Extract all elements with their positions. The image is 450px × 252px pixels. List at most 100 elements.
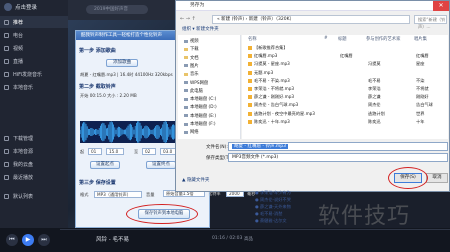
player-header: 2019中国好声音 xyxy=(68,0,178,20)
drive-icon xyxy=(184,130,188,134)
file-name: 薛之谦 - 刚刚好.mp3 xyxy=(248,93,294,100)
sidebar-item-live[interactable]: 直播 xyxy=(0,55,68,67)
dialog-title: 另存为 xyxy=(176,1,449,11)
add-song-button[interactable]: 添加歌曲 xyxy=(106,59,138,67)
tree-item[interactable]: 本地磁盘 (F:) xyxy=(184,121,216,127)
tree-item[interactable]: 图片 xyxy=(184,63,199,69)
song-link[interactable]: ● 蔡健雅-达尔文 xyxy=(255,218,287,224)
file-name: 【新歌推荐合集】 xyxy=(248,44,288,51)
dialog-toolbar[interactable]: 组织 ▾ 新建文件夹 xyxy=(178,26,449,34)
set-end-button[interactable]: 设置终点 xyxy=(146,161,176,169)
download-icon xyxy=(4,135,9,141)
tree-item[interactable]: 本地磁盘 (E:) xyxy=(184,113,216,119)
audio-file-icon xyxy=(248,87,252,91)
sidebar-item-downloads[interactable]: 下载管理 xyxy=(0,132,68,144)
file-album: 不将就 xyxy=(416,86,429,91)
sidebar-item-local-music[interactable]: 本地音乐 xyxy=(0,81,68,93)
set-start-button[interactable]: 设置起点 xyxy=(90,161,120,169)
tree-item[interactable]: 本地磁盘 (D:) xyxy=(184,104,217,110)
col-number[interactable]: # xyxy=(324,36,328,41)
tree-item-label: 视频 xyxy=(190,39,199,44)
prev-icon[interactable]: ⏮ xyxy=(6,234,18,246)
sidebar-item-radio[interactable]: 电台 xyxy=(0,29,68,41)
sidebar-item-recommend[interactable]: 推荐 xyxy=(0,16,68,28)
watermark: 软件技巧 xyxy=(318,204,411,229)
audio-file-icon xyxy=(248,78,252,83)
file-artist: 逃跑计划 xyxy=(368,110,385,116)
file-row[interactable]: 毛不易 - 不染.mp3 毛不易 不染 xyxy=(244,77,448,84)
player-bar: ⏮ ▶ ⏭ 风铃 - 毛不易 01:16 / 02:03 高品 xyxy=(0,228,450,252)
file-row[interactable]: 【新歌推荐合集】 xyxy=(244,44,448,51)
audio-file-icon xyxy=(248,111,252,116)
song-link[interactable]: ● 李荣浩-年少有为 xyxy=(255,190,291,196)
tree-item-label: 文档 xyxy=(190,55,199,61)
tree-item-label: 网络 xyxy=(190,130,199,136)
drive-icon xyxy=(184,39,188,43)
sidebar-item-hifi[interactable]: HiFi发烧音乐 xyxy=(0,68,68,80)
progress-track[interactable] xyxy=(60,229,450,230)
file-row[interactable]: 李荣浩 - 不将就.mp3 李荣浩 不将就 xyxy=(244,85,448,92)
file-row[interactable]: 周杰伦 - 告白气球.mp3 周杰伦 告白气球 xyxy=(244,101,448,108)
sidebar-item-default-list[interactable]: 默认列表 xyxy=(0,190,68,202)
col-album[interactable]: 唱片集 xyxy=(414,36,427,42)
tree-item[interactable]: 本地磁盘 (C:) xyxy=(184,96,216,102)
file-row[interactable]: 无题.mp3 xyxy=(244,69,448,76)
file-row[interactable]: 逃跑计划 - 夜空中最亮的星.mp3 逃跑计划 世界 xyxy=(244,110,448,117)
nav-arrows-icon[interactable]: ← → ↑ xyxy=(180,16,196,22)
drive-icon xyxy=(184,105,188,109)
dialog-search-input[interactable]: 搜索“新建（铃声）… xyxy=(414,15,447,29)
screen: 点击登录 推荐 电台 视频 直播 HiFi发烧音乐 本地音乐 下载管理 本地音源… xyxy=(0,0,450,252)
sidebar-item-video[interactable]: 视频 xyxy=(0,42,68,54)
folder-icon xyxy=(184,56,188,60)
file-artist: 陈奕迅 xyxy=(368,118,381,124)
tree-item[interactable]: 视频 xyxy=(184,38,199,44)
folder-icon xyxy=(184,47,188,51)
save-to-local-button[interactable]: 保存铃声到本地电脑 xyxy=(138,209,190,219)
home-icon xyxy=(4,19,9,25)
tree-item[interactable]: 下载 xyxy=(184,46,199,52)
drive-icon xyxy=(184,64,188,68)
start-sec-field[interactable]: 15.0 xyxy=(106,148,124,155)
close-icon[interactable]: ✕ xyxy=(433,1,449,11)
login-link[interactable]: 点击登录 xyxy=(4,3,37,11)
next-icon[interactable]: ⏭ xyxy=(38,234,50,246)
cancel-button[interactable]: 取消 xyxy=(426,173,448,183)
song-link[interactable]: ● 毛不易-消愁 xyxy=(255,211,282,217)
tree-item[interactable]: 文档 xyxy=(184,55,199,61)
sidebar-item-recent[interactable]: 最近播放 xyxy=(0,171,68,183)
file-list: 名称 # 标题 参与创作的艺术家 唱片集 【新歌推荐合集】 红嘴唇.mp3 红嘴唇红… xyxy=(242,35,448,139)
address-bar[interactable]: « 新建 (铃声) › 新建（铃声）（320K） xyxy=(212,15,410,24)
sidebar-item-cloud[interactable]: 我的云盘 xyxy=(0,158,68,170)
format-select[interactable]: MP3（通用铃声） xyxy=(94,191,142,198)
file-row[interactable]: 薛之谦 - 刚刚好.mp3 薛之谦 刚刚好 xyxy=(244,93,448,100)
avatar-icon xyxy=(4,3,12,11)
file-album: 世界 xyxy=(416,110,425,116)
song-list: ● 李荣浩-年少有为 ● 周杰伦-说好不哭 ● 薛之谦-天外来物 ● 毛不易-消愁 ● … xyxy=(255,190,315,230)
file-row[interactable]: 冯提莫 - 星座.mp3 冯提莫 星座 xyxy=(244,60,448,67)
volume-label: 音量 xyxy=(146,192,155,197)
end-min-field[interactable]: 02 xyxy=(142,148,156,155)
song-link[interactable]: ● 周杰伦-说好不哭 xyxy=(255,197,291,203)
file-album: 刚刚好 xyxy=(416,94,429,100)
file-row[interactable]: 陈奕迅 - 十年.mp3 陈奕迅 十年 xyxy=(244,118,448,125)
song-link[interactable]: ● 薛之谦-天外来物 xyxy=(255,204,291,210)
col-artist[interactable]: 参与创作的艺术家 xyxy=(366,36,400,42)
hide-folders-toggle[interactable]: ▲ 隐藏文件夹 xyxy=(182,177,209,183)
filename-input[interactable]: 胡夏 - 红嘴唇 - 铃声.mp3 xyxy=(228,142,448,151)
tree-item[interactable]: 网络 xyxy=(184,129,199,135)
tree-item[interactable]: WPS网盘 xyxy=(184,80,208,86)
sidebar-item-local-source[interactable]: 本地音源 xyxy=(0,145,68,157)
folder-tree: 视频下载文档图片音乐 WPS网盘此电脑本地磁盘 (C:) 本地磁盘 (D:) 本地磁盘… xyxy=(178,35,241,139)
file-row[interactable]: 红嘴唇.mp3 红嘴唇 红嘴唇 xyxy=(244,52,448,59)
col-title[interactable]: 标题 xyxy=(338,36,347,42)
filetype-select[interactable]: MP3音频文件 (*.mp3) xyxy=(228,153,448,162)
folder-icon xyxy=(4,84,9,90)
quality-badge[interactable]: 高品 xyxy=(244,236,253,242)
start-min-field[interactable]: 01 xyxy=(88,148,102,155)
music-search-input[interactable]: 2019中国好声音 xyxy=(86,5,148,14)
tree-item[interactable]: 此电脑 xyxy=(184,88,203,94)
play-icon[interactable]: ▶ xyxy=(22,234,34,246)
audio-file-icon xyxy=(248,62,252,67)
col-name[interactable]: 名称 xyxy=(248,36,257,42)
tree-item[interactable]: 音乐 xyxy=(184,71,199,77)
